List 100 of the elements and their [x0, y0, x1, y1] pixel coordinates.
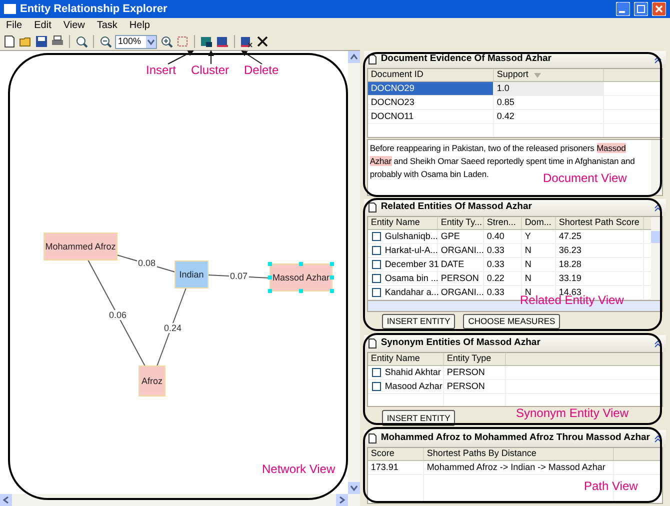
- callout-arrow: [208, 50, 214, 64]
- table-cell-text: Harkat-ul-A...: [384, 244, 438, 257]
- document-icon: [368, 338, 377, 349]
- checkbox[interactable]: [372, 232, 381, 241]
- callout-label: Delete: [244, 64, 279, 76]
- checkbox[interactable]: [372, 288, 381, 297]
- table-cell-text: 0.22: [486, 272, 504, 285]
- checkbox[interactable]: [372, 260, 381, 269]
- close-button[interactable]: [652, 2, 666, 16]
- save-icon[interactable]: [35, 35, 48, 48]
- table-cell-text: 47.25: [558, 230, 582, 243]
- menu-item[interactable]: View: [63, 18, 85, 33]
- document-icon: [368, 54, 377, 65]
- collapse-icon[interactable]: [654, 434, 662, 442]
- table-cell-text: GPE: [440, 230, 460, 243]
- table-cell-text: PERSON: [440, 272, 479, 285]
- table-cell-text: Masood Azhar: [384, 380, 442, 393]
- checkbox[interactable]: [372, 246, 381, 255]
- view-label: Related Entity View: [520, 294, 624, 306]
- insert-node-icon[interactable]: [200, 35, 213, 48]
- table-cell-text: PERSON: [446, 366, 485, 379]
- checkbox[interactable]: [372, 368, 381, 377]
- collapse-icon[interactable]: [654, 204, 662, 212]
- table-cell-text: DATE: [440, 258, 464, 271]
- table-cell-text: 173.91: [370, 460, 398, 474]
- menu-item[interactable]: Edit: [34, 18, 52, 33]
- insert-entity-button[interactable]: INSERT ENTITY: [382, 314, 456, 329]
- menu-item[interactable]: Task: [96, 18, 118, 33]
- maximize-button[interactable]: [634, 2, 648, 16]
- column-header[interactable]: Dom...: [522, 217, 556, 229]
- table-cell-text: N: [524, 244, 532, 257]
- table-row[interactable]: DOCNO23 0.85: [368, 96, 662, 110]
- panel-title: Document Evidence Of Massod Azhar: [380, 52, 552, 66]
- panel-title: Mohammed Afroz to Mohammed Afroz Throu Massod Azhar: [380, 431, 650, 446]
- table-cell-text: 0.42: [496, 110, 514, 123]
- table-row[interactable]: DOCNO11 0.42: [368, 110, 662, 124]
- menu-item[interactable]: File: [6, 18, 22, 33]
- minimize-button[interactable]: [616, 2, 630, 16]
- scroll-down-icon[interactable]: [348, 482, 360, 494]
- collapse-icon[interactable]: [654, 56, 662, 64]
- table-cell-text: Mohammed Afroz -> Indian -> Massod Azhar: [426, 460, 606, 474]
- document-icon: [368, 202, 377, 213]
- entity-node[interactable]: Mohammed Afroz: [44, 232, 118, 260]
- checkbox[interactable]: [372, 382, 381, 391]
- cluster-icon[interactable]: [216, 35, 229, 48]
- table-cell-text: December 31: [384, 258, 439, 271]
- menu-item[interactable]: Help: [129, 18, 150, 33]
- column-header[interactable]: Document ID: [368, 69, 494, 81]
- scroll-right-icon[interactable]: [336, 494, 348, 506]
- callout-label: Cluster: [191, 64, 230, 76]
- column-header[interactable]: Shortest Path Score: [556, 217, 644, 229]
- choose-measures-button[interactable]: CHOOSE MEASURES: [463, 314, 560, 329]
- new-file-icon[interactable]: [3, 35, 16, 48]
- table-cell-text: 0.33: [486, 244, 504, 257]
- print-icon[interactable]: [51, 35, 64, 48]
- table-cell-text: ORGANI...: [440, 286, 484, 299]
- table-cell-text: 33.19: [558, 272, 582, 285]
- collapse-icon[interactable]: [654, 340, 662, 348]
- edge-weight-label: 0.24: [163, 323, 183, 333]
- table-cell-text: Gulshaniqb...: [384, 230, 438, 243]
- dropdown-caret-icon: [146, 36, 156, 48]
- column-header[interactable]: Entity Name: [368, 217, 438, 229]
- table-cell-text: 0.85: [496, 96, 514, 109]
- column-header[interactable]: Support: [494, 69, 604, 81]
- column-header[interactable]: Shortest Paths By Distance: [424, 448, 614, 460]
- table-cell-text: 0.33: [486, 258, 504, 271]
- panel-title: Synonym Entities Of Massod Azhar: [380, 336, 542, 350]
- view-label: Document View: [543, 172, 627, 184]
- checkbox[interactable]: [372, 274, 381, 283]
- entity-node[interactable]: Afroz: [138, 366, 166, 396]
- table-cell-text: N: [524, 272, 532, 285]
- table-cell-text: Kandahar a...: [384, 286, 439, 299]
- table-cell-text: 14.63: [558, 286, 582, 297]
- column-header[interactable]: Entity Name: [368, 353, 444, 365]
- open-folder-icon[interactable]: [19, 35, 32, 48]
- delete-cluster-icon[interactable]: [240, 35, 253, 48]
- entity-node[interactable]: Massod Azhar: [270, 264, 332, 292]
- column-header[interactable]: Entity Ty...: [438, 217, 484, 229]
- table-row[interactable]: DOCNO29 1.0: [368, 82, 662, 96]
- scroll-left-icon[interactable]: [0, 494, 12, 506]
- table-cell-text: 18.28: [558, 258, 582, 271]
- zoom-out-icon[interactable]: [99, 35, 112, 48]
- view-label: Path View: [584, 480, 638, 492]
- table-cell-text: N: [524, 286, 532, 297]
- delete-icon[interactable]: [256, 35, 269, 48]
- scroll-up-icon[interactable]: [348, 51, 360, 63]
- entity-node[interactable]: Indian: [174, 260, 208, 288]
- table-cell-text: Shahid Akhtar: [384, 366, 441, 379]
- table-cell-text: Y: [524, 230, 531, 243]
- zoom-dropdown[interactable]: 100%: [115, 34, 157, 48]
- table-cell-text: 0.40: [486, 230, 504, 243]
- column-header[interactable]: Entity Type: [444, 353, 506, 365]
- column-header[interactable]: Stren...: [484, 217, 522, 229]
- edge-weight-label: 0.06: [108, 310, 128, 320]
- column-header[interactable]: Score: [368, 448, 424, 460]
- zoom-in-icon[interactable]: [160, 35, 173, 48]
- view-label: Network View: [262, 463, 336, 475]
- table-cell-text: PERSON: [446, 380, 485, 393]
- zoom-fit-icon[interactable]: [75, 35, 88, 48]
- table-cell-text: DOCNO11: [370, 110, 414, 123]
